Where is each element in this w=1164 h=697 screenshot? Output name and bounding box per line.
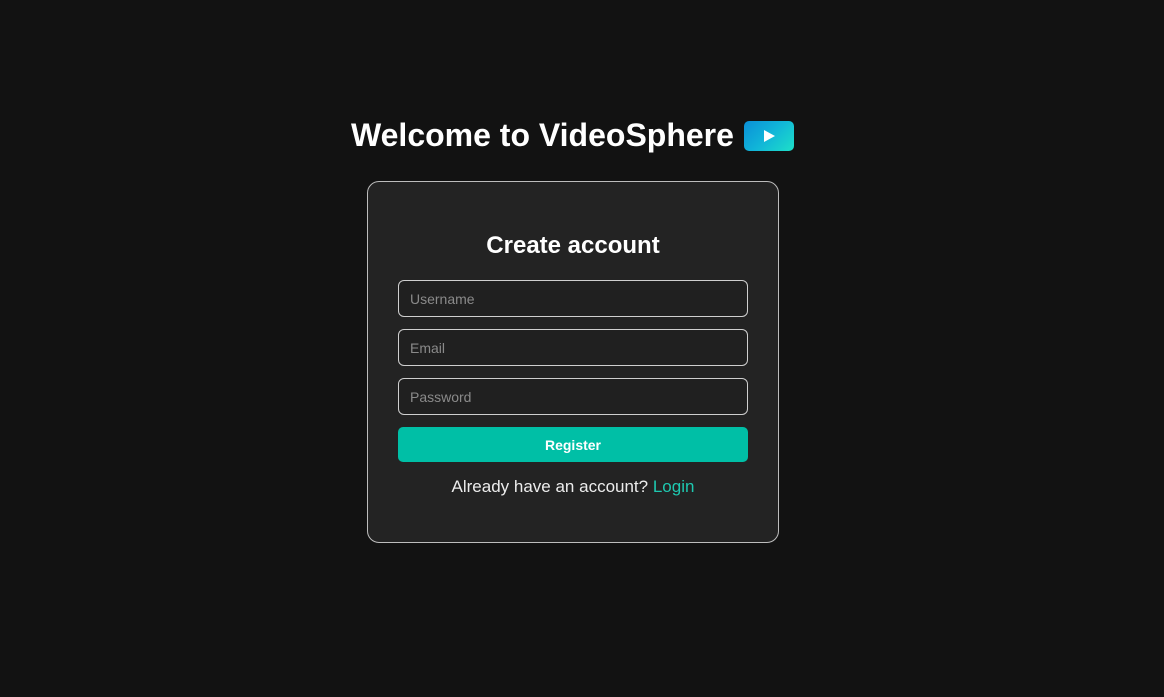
username-input[interactable] xyxy=(398,280,748,317)
register-card: Create account Register Already have an … xyxy=(367,181,779,543)
login-prompt-text: Already have an account? xyxy=(451,477,653,496)
email-input[interactable] xyxy=(398,329,748,366)
form-title: Create account xyxy=(486,232,660,259)
welcome-title: Welcome to VideoSphere xyxy=(351,117,734,153)
password-input[interactable] xyxy=(398,378,748,415)
welcome-header: Welcome to VideoSphere xyxy=(351,113,794,157)
register-button[interactable]: Register xyxy=(398,427,748,462)
login-link[interactable]: Login xyxy=(653,477,695,496)
play-icon xyxy=(743,121,794,151)
login-prompt-line: Already have an account? Login xyxy=(368,476,778,498)
